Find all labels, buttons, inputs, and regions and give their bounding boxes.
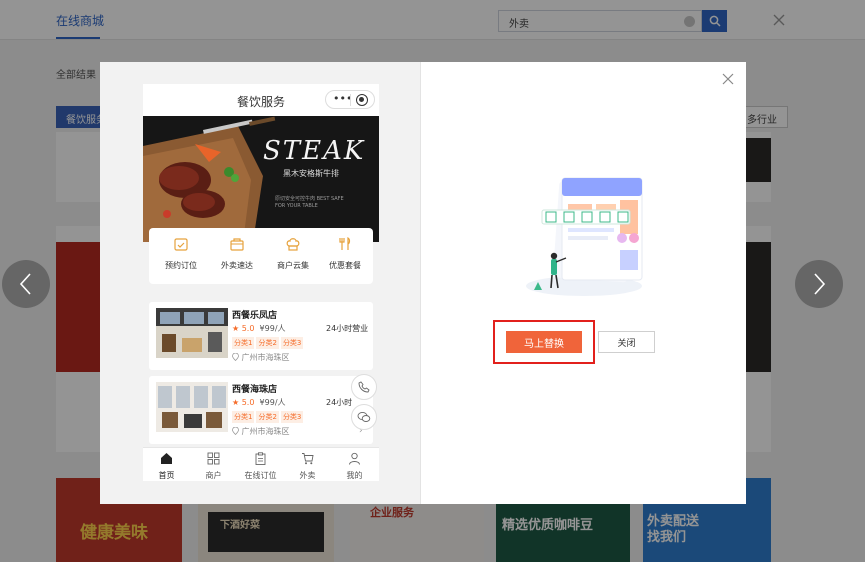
- modal-close-icon[interactable]: [721, 72, 735, 86]
- quick-action-reservation[interactable]: 预约订位: [153, 236, 209, 271]
- user-icon: [349, 452, 360, 465]
- star-icon: ★: [232, 324, 240, 333]
- store-card[interactable]: 西餐乐凤店 ★ 5.0 ¥99/人 24小时营业 分类1 分类2 分类3 广州市海珠…: [149, 302, 373, 370]
- chevron-left-icon: [19, 273, 31, 295]
- tab-takeout[interactable]: 外卖: [284, 452, 331, 481]
- rating-score: 5.0: [241, 324, 255, 333]
- banner-subline: 黑木安格斯牛排: [283, 169, 339, 178]
- phone-icon: [358, 381, 370, 393]
- banner-small-text: 原切安全可控牛肉 BEST SAFE FOR YOUR TABLE: [275, 196, 344, 209]
- cart-icon: [302, 453, 314, 465]
- close-button[interactable]: 关闭: [598, 331, 655, 353]
- banner-image: STEAK 黑木安格斯牛排 原切安全可控牛肉 BEST SAFE FOR YOU…: [143, 116, 379, 242]
- store-address-text: 广州市海珠区: [241, 353, 290, 362]
- tab-label: 首页: [158, 471, 175, 480]
- store-address-text: 广州市海珠区: [241, 427, 290, 436]
- quick-action-deals[interactable]: 优惠套餐: [317, 236, 373, 271]
- takeout-bag-icon: [230, 238, 244, 251]
- quick-action-label: 外卖速达: [221, 261, 253, 270]
- tab-label: 外卖: [299, 471, 316, 480]
- steak-board-illustration: [143, 116, 379, 242]
- template-preview-panel: 餐饮服务 ••• STEAK 黑木安格斯牛排 原切安全可控牛肉 BEST SAF…: [100, 62, 421, 504]
- next-arrow-button[interactable]: [795, 260, 843, 308]
- calendar-check-icon: [174, 238, 188, 251]
- tab-home[interactable]: 首页: [143, 452, 190, 481]
- store-address: 广州市海珠区: [232, 352, 290, 363]
- store-name: 西餐海珠店: [232, 385, 278, 395]
- phone-preview: 餐饮服务 ••• STEAK 黑木安格斯牛排 原切安全可控牛肉 BEST SAF…: [143, 84, 379, 481]
- quick-action-merchants[interactable]: 商户云集: [265, 236, 321, 271]
- quick-action-label: 商户云集: [277, 261, 309, 270]
- location-icon: [232, 426, 239, 436]
- store-photo: [156, 308, 228, 358]
- store-hours: 24小时: [326, 398, 353, 407]
- store-address: 广州市海珠区: [232, 426, 290, 437]
- template-replace-illustration: [526, 177, 643, 296]
- previous-arrow-button[interactable]: [2, 260, 50, 308]
- tab-online-reservation[interactable]: 在线订位: [237, 452, 284, 481]
- cutlery-icon: [339, 237, 351, 250]
- phone-call-button[interactable]: [351, 374, 377, 400]
- store-photo: [156, 382, 228, 432]
- star-icon: ★: [232, 398, 240, 407]
- template-preview-modal: 餐饮服务 ••• STEAK 黑木安格斯牛排 原切安全可控牛肉 BEST SAF…: [100, 62, 746, 504]
- tab-label: 我的: [346, 471, 363, 480]
- tab-label: 商户: [205, 471, 222, 480]
- store-tag: 分类2: [256, 337, 279, 349]
- chat-bubble-icon: [357, 411, 371, 422]
- replace-now-button[interactable]: 马上替换: [506, 331, 582, 353]
- mini-program-header: 餐饮服务 •••: [143, 84, 379, 116]
- grid-icon: [207, 452, 220, 465]
- home-icon: [161, 453, 172, 464]
- store-rating: ★ 5.0 ¥99/人: [232, 397, 286, 408]
- clipboard-icon: [255, 452, 266, 465]
- wechat-button[interactable]: [351, 404, 377, 430]
- close-mini-program-icon[interactable]: [356, 94, 368, 106]
- quick-action-takeout[interactable]: 外卖速达: [209, 236, 265, 271]
- chef-hat-icon: [286, 238, 300, 251]
- store-price: ¥99/人: [259, 398, 286, 407]
- store-hours: 24小时营业: [326, 324, 369, 333]
- tab-label: 在线订位: [244, 471, 277, 480]
- quick-actions: 预约订位 外卖速达 商户云集 优惠套餐: [149, 228, 373, 284]
- banner-headline: STEAK: [263, 136, 366, 166]
- mini-program-capsule[interactable]: •••: [325, 90, 375, 109]
- bottom-tab-bar: 首页 商户 在线订位 外卖 我的: [143, 447, 379, 481]
- store-tag: 分类2: [256, 411, 279, 423]
- store-tags: 分类1 分类2 分类3: [232, 337, 305, 349]
- quick-action-label: 优惠套餐: [329, 261, 361, 270]
- store-tag: 分类1: [232, 411, 255, 423]
- store-tags: 分类1 分类2 分类3: [232, 411, 305, 423]
- store-name: 西餐乐凤店: [232, 311, 278, 321]
- store-price: ¥99/人: [259, 324, 286, 333]
- store-card[interactable]: 西餐海珠店 ★ 5.0 ¥99/人 24小时 分类1 分类2 分类3 广州市海珠区 …: [149, 376, 373, 444]
- tab-mine[interactable]: 我的: [331, 452, 378, 481]
- location-icon: [232, 352, 239, 362]
- quick-action-label: 预约订位: [165, 261, 197, 270]
- store-tag: 分类1: [232, 337, 255, 349]
- rating-score: 5.0: [241, 398, 255, 407]
- chevron-right-icon: [814, 273, 826, 295]
- store-tag: 分类3: [280, 411, 304, 423]
- store-tag: 分类3: [280, 337, 304, 349]
- store-rating: ★ 5.0 ¥99/人: [232, 323, 286, 334]
- tab-merchants[interactable]: 商户: [190, 452, 237, 481]
